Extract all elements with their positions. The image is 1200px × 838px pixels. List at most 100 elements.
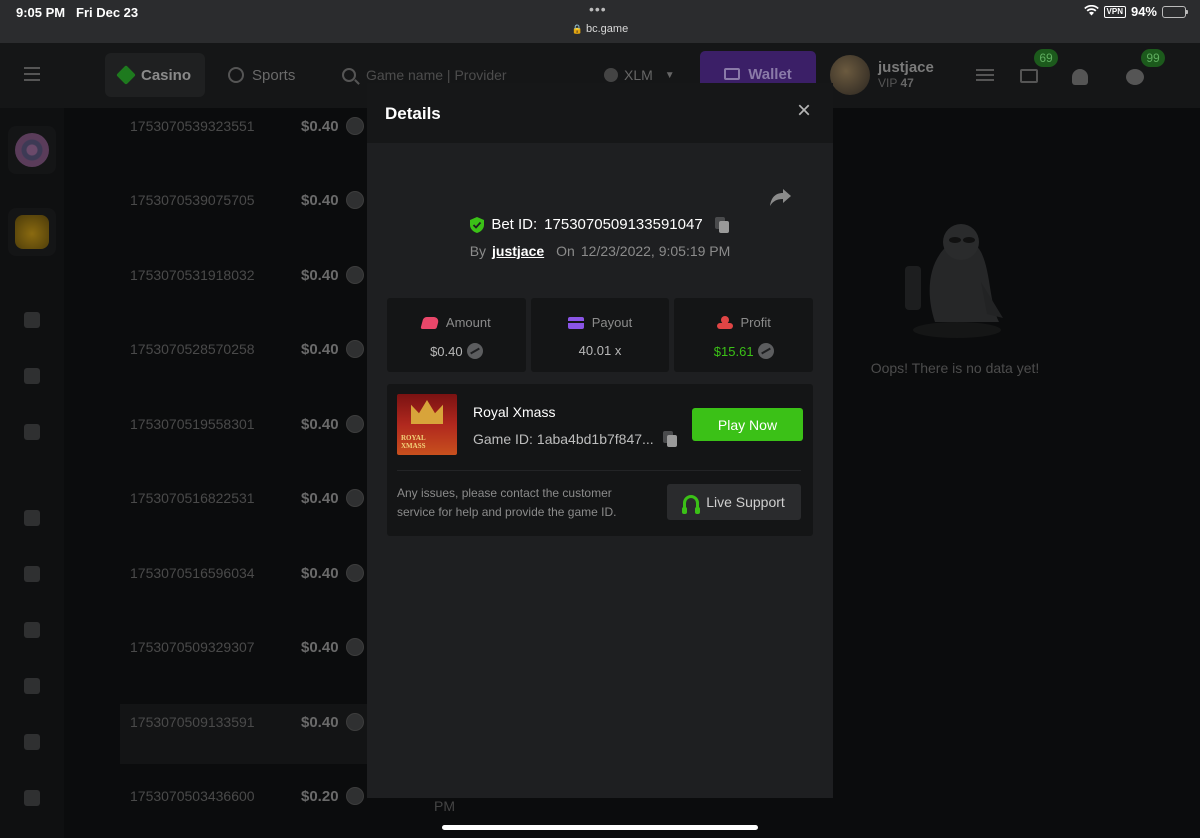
xlm-coin-icon <box>757 343 774 359</box>
table-row[interactable]: 1753070528570258 $0.40 <box>120 331 370 391</box>
xlm-coin-icon <box>346 340 364 358</box>
on-label: On <box>556 243 575 259</box>
sidebar-promo-target[interactable] <box>8 126 56 174</box>
address-bar[interactable]: 🔒 bc.game <box>0 23 1200 35</box>
row-amount: $0.40 <box>301 416 339 433</box>
url-text: bc.game <box>586 23 629 35</box>
sidebar-forum-icon[interactable] <box>24 734 40 750</box>
share-icon[interactable] <box>769 187 793 207</box>
stat-payout: Payout 40.01 x <box>530 298 670 372</box>
sidebar-lottery-icon[interactable] <box>24 424 40 440</box>
table-row[interactable]: 1753070509329307 $0.40 <box>120 629 370 689</box>
stat-amount-label: Amount <box>445 315 491 330</box>
support-note: Any issues, please contact the customer … <box>397 486 617 519</box>
table-row[interactable]: 1753070509133591 $0.40 <box>120 704 370 764</box>
tab-casino[interactable]: Casino <box>105 53 206 97</box>
table-row[interactable]: 1753070516822531 $0.40 <box>120 480 370 540</box>
xlm-coin-icon <box>346 191 364 209</box>
bet-stats: Amount $0.40 Payout 40.01 x Profit $15.6… <box>387 298 814 372</box>
copy-icon[interactable] <box>662 430 678 447</box>
live-support-button[interactable]: Live Support <box>667 484 801 520</box>
row-amount: $0.40 <box>301 118 339 135</box>
table-row[interactable]: 1753070531918032 $0.40 <box>120 257 370 317</box>
status-indicators: VPN 94% <box>1083 4 1188 19</box>
play-now-button[interactable]: Play Now <box>692 408 803 441</box>
profit-icon <box>716 316 733 329</box>
bet-id-line: Bet ID: 1753070509133591047 <box>367 216 833 233</box>
row-amount: $0.40 <box>301 565 339 582</box>
row-bet-id: 1753070516822531 <box>130 490 255 506</box>
mail-icon[interactable] <box>1020 69 1038 83</box>
target-icon <box>15 133 49 167</box>
menu-icon[interactable] <box>24 67 40 81</box>
live-support-label: Live Support <box>706 494 785 510</box>
sidebar-affiliate-icon[interactable] <box>24 622 40 638</box>
ios-status-bar: 9:05 PM Fri Dec 23 ••• 🔒 bc.game VPN 94% <box>0 0 1200 43</box>
sidebar-bonus-icon[interactable] <box>24 678 40 694</box>
row-bet-id: 1753070509133591 <box>130 714 255 730</box>
vpn-badge: VPN <box>1103 5 1126 18</box>
vip-number: 47 <box>900 76 914 90</box>
row-bet-id: 1753070539323551 <box>130 118 255 134</box>
gold-coins-icon <box>15 215 49 249</box>
table-row[interactable]: 1753070539323551 $0.40 <box>120 108 370 168</box>
username[interactable]: justjace <box>878 59 934 76</box>
game-card: ROYAL XMASS Royal Xmass Game ID: 1aba4bd… <box>387 384 813 536</box>
home-indicator[interactable] <box>442 825 758 830</box>
wallet-icon <box>724 68 741 80</box>
sidebar-sports-icon[interactable] <box>24 368 40 384</box>
status-date: Fri Dec 23 <box>76 5 139 20</box>
sidebar-promotion-icon[interactable] <box>24 510 40 526</box>
search-placeholder: Game name | Provider <box>366 67 507 83</box>
stat-profit-value: $15.61 <box>713 343 754 359</box>
xlm-coin-icon <box>346 713 364 731</box>
bet-id-value: 1753070509133591047 <box>544 216 703 233</box>
row-amount: $0.40 <box>301 341 339 358</box>
casino-diamond-icon <box>116 65 136 85</box>
empty-state-illustration <box>895 222 1015 340</box>
avatar[interactable] <box>830 55 870 95</box>
row-amount: $0.40 <box>301 490 339 507</box>
close-icon[interactable]: × <box>793 99 815 123</box>
chat-badge: 99 <box>1141 49 1165 67</box>
sidebar-promo-gold[interactable] <box>8 208 56 256</box>
empty-state-text: Oops! There is no data yet! <box>870 360 1040 376</box>
sports-ball-icon <box>228 67 244 83</box>
row-bet-id: 1753070519558301 <box>130 416 255 432</box>
stat-payout-label: Payout <box>591 315 633 330</box>
details-modal: Details × Bet ID: 1753070509133591047 By… <box>367 83 833 798</box>
verified-shield-icon <box>470 216 485 233</box>
vip-level: VIP 47 <box>878 76 914 90</box>
row-amount: $0.40 <box>301 267 339 284</box>
row-amount: $0.40 <box>301 714 339 731</box>
xlm-coin-icon <box>346 415 364 433</box>
amount-icon <box>420 316 440 329</box>
battery-percent: 94% <box>1130 4 1157 19</box>
table-row[interactable]: 1753070519558301 $0.40 <box>120 406 370 466</box>
battery-icon <box>1162 5 1188 18</box>
bell-icon[interactable] <box>1072 69 1088 85</box>
table-row[interactable]: 1753070539075705 $0.40 <box>120 182 370 242</box>
game-thumbnail[interactable]: ROYAL XMASS <box>397 394 457 455</box>
bet-user-link[interactable]: justjace <box>492 243 544 259</box>
sidebar-casino-icon[interactable] <box>24 312 40 328</box>
row-amount: $0.40 <box>301 639 339 656</box>
list-icon[interactable] <box>976 69 994 83</box>
table-row[interactable]: 1753070503436600 $0.20 <box>120 778 370 838</box>
sidebar-vip-icon[interactable] <box>24 566 40 582</box>
table-row[interactable]: 1753070516596034 $0.40 <box>120 555 370 615</box>
by-label: By <box>469 243 487 259</box>
row-bet-id: 1753070539075705 <box>130 192 255 208</box>
tab-sports[interactable]: Sports <box>214 53 309 97</box>
sidebar-support-icon[interactable] <box>24 790 40 806</box>
row-amount: $0.20 <box>301 788 339 805</box>
row-bet-id: 1753070503436600 <box>130 788 255 804</box>
chevron-down-icon: ▼ <box>664 69 675 81</box>
safari-more-dots[interactable]: ••• <box>589 1 607 17</box>
divider <box>397 470 801 471</box>
copy-icon[interactable] <box>714 216 730 233</box>
chat-icon[interactable] <box>1126 69 1144 85</box>
status-time: 9:05 PM <box>16 5 66 20</box>
wifi-icon <box>1083 4 1099 19</box>
sidebar <box>0 108 64 838</box>
